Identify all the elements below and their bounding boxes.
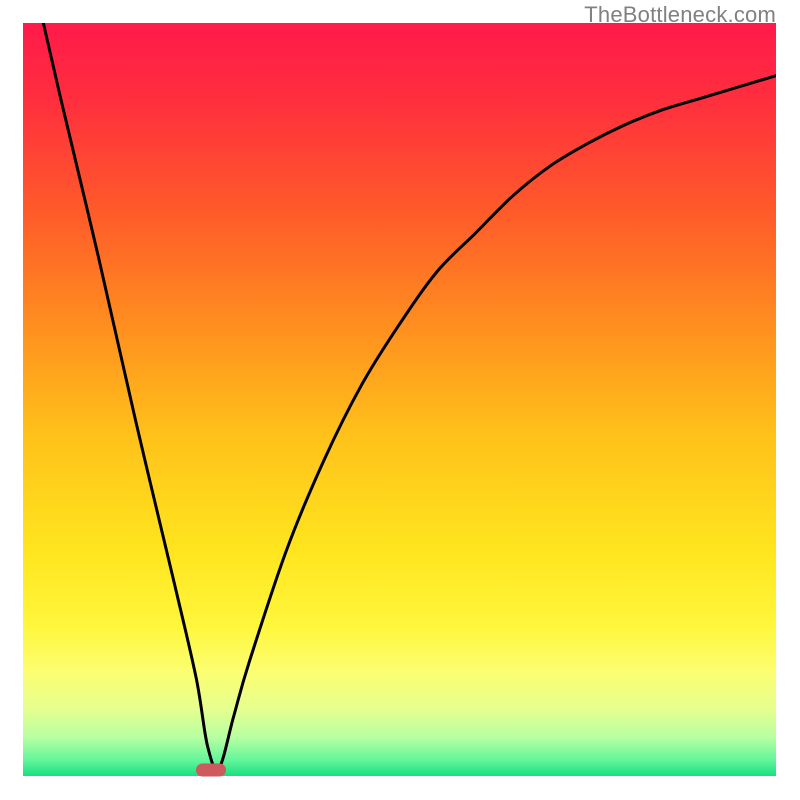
bottleneck-curve — [23, 23, 776, 776]
watermark-text: TheBottleneck.com — [584, 2, 776, 28]
chart-frame — [23, 23, 776, 776]
optimal-point-marker — [196, 763, 226, 776]
